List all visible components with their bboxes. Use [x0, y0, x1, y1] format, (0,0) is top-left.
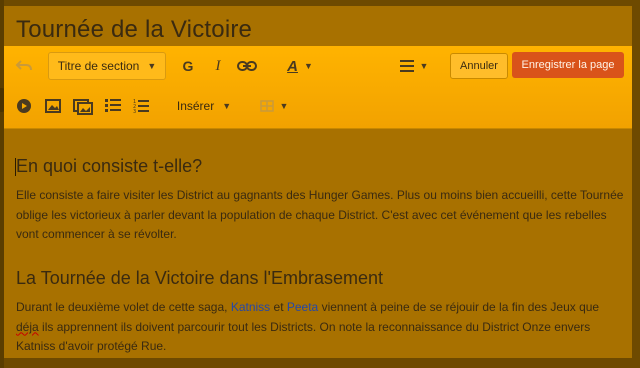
chevron-down-icon: ▼: [303, 61, 313, 71]
text-style-button[interactable]: A ▼: [282, 56, 318, 76]
misspelled-word[interactable]: déja: [16, 320, 39, 334]
align-icon: [399, 60, 414, 72]
insert-label: Insérer: [176, 99, 215, 113]
text-run: ils apprennent ils doivent parcourir tou…: [16, 319, 591, 354]
cancel-button[interactable]: Annuler: [450, 53, 508, 79]
toolbar-row-1: Titre de section ▼ G I A ▼ ▼ Annuler Enr…: [4, 46, 632, 86]
section-heading: La Tournée de la Victoire dans l'Embrase…: [16, 268, 383, 288]
editor-frame: Tournée de la Victoire Titre de section …: [4, 6, 632, 358]
media-icon[interactable]: [16, 98, 32, 114]
align-menu-button[interactable]: ▼: [396, 56, 432, 76]
text-style-label: A: [287, 57, 298, 75]
chevron-down-icon: ▼: [279, 101, 289, 111]
chevron-down-icon: ▼: [147, 61, 157, 71]
save-page-button[interactable]: Enregistrer la page: [512, 52, 624, 78]
bullet-list-icon[interactable]: [104, 98, 122, 114]
text-run: viennent à peine de se réjouir de la fin…: [321, 300, 600, 314]
section-paragraph: Elle consiste a faire visiter les Distri…: [16, 188, 624, 241]
table-menu-button[interactable]: ▼: [258, 96, 290, 116]
text-run: Durant le deuxième volet de cette saga,: [16, 300, 228, 314]
section-heading: En quoi consiste t-elle?: [14, 156, 203, 176]
toolbar-row-2: 123 Insérer ▼ ▼: [4, 88, 632, 124]
section-paragraph: Durant le deuxième volet de cette saga, …: [16, 298, 624, 357]
section-format-label: Titre de section: [57, 59, 140, 73]
peeta-link[interactable]: Peeta: [287, 300, 318, 314]
text-run: et: [273, 300, 284, 314]
italic-button[interactable]: I: [210, 58, 226, 74]
gallery-icon[interactable]: [72, 98, 94, 116]
editor-toolbar: Titre de section ▼ G I A ▼ ▼ Annuler Enr…: [4, 46, 632, 129]
link-icon[interactable]: [236, 58, 258, 74]
image-icon[interactable]: [44, 98, 62, 114]
section-format-dropdown[interactable]: Titre de section ▼: [48, 52, 166, 80]
svg-text:3: 3: [133, 109, 136, 113]
bold-button[interactable]: G: [180, 58, 196, 74]
katniss-link[interactable]: Katniss: [231, 300, 270, 314]
undo-icon[interactable]: [14, 56, 34, 76]
table-icon: [259, 100, 274, 112]
chevron-down-icon: ▼: [419, 61, 429, 71]
page-title: Tournée de la Victoire: [16, 16, 253, 43]
chevron-down-icon: ▼: [222, 101, 232, 111]
insert-dropdown[interactable]: Insérer ▼: [174, 96, 234, 116]
numbered-list-icon[interactable]: 123: [132, 98, 150, 114]
